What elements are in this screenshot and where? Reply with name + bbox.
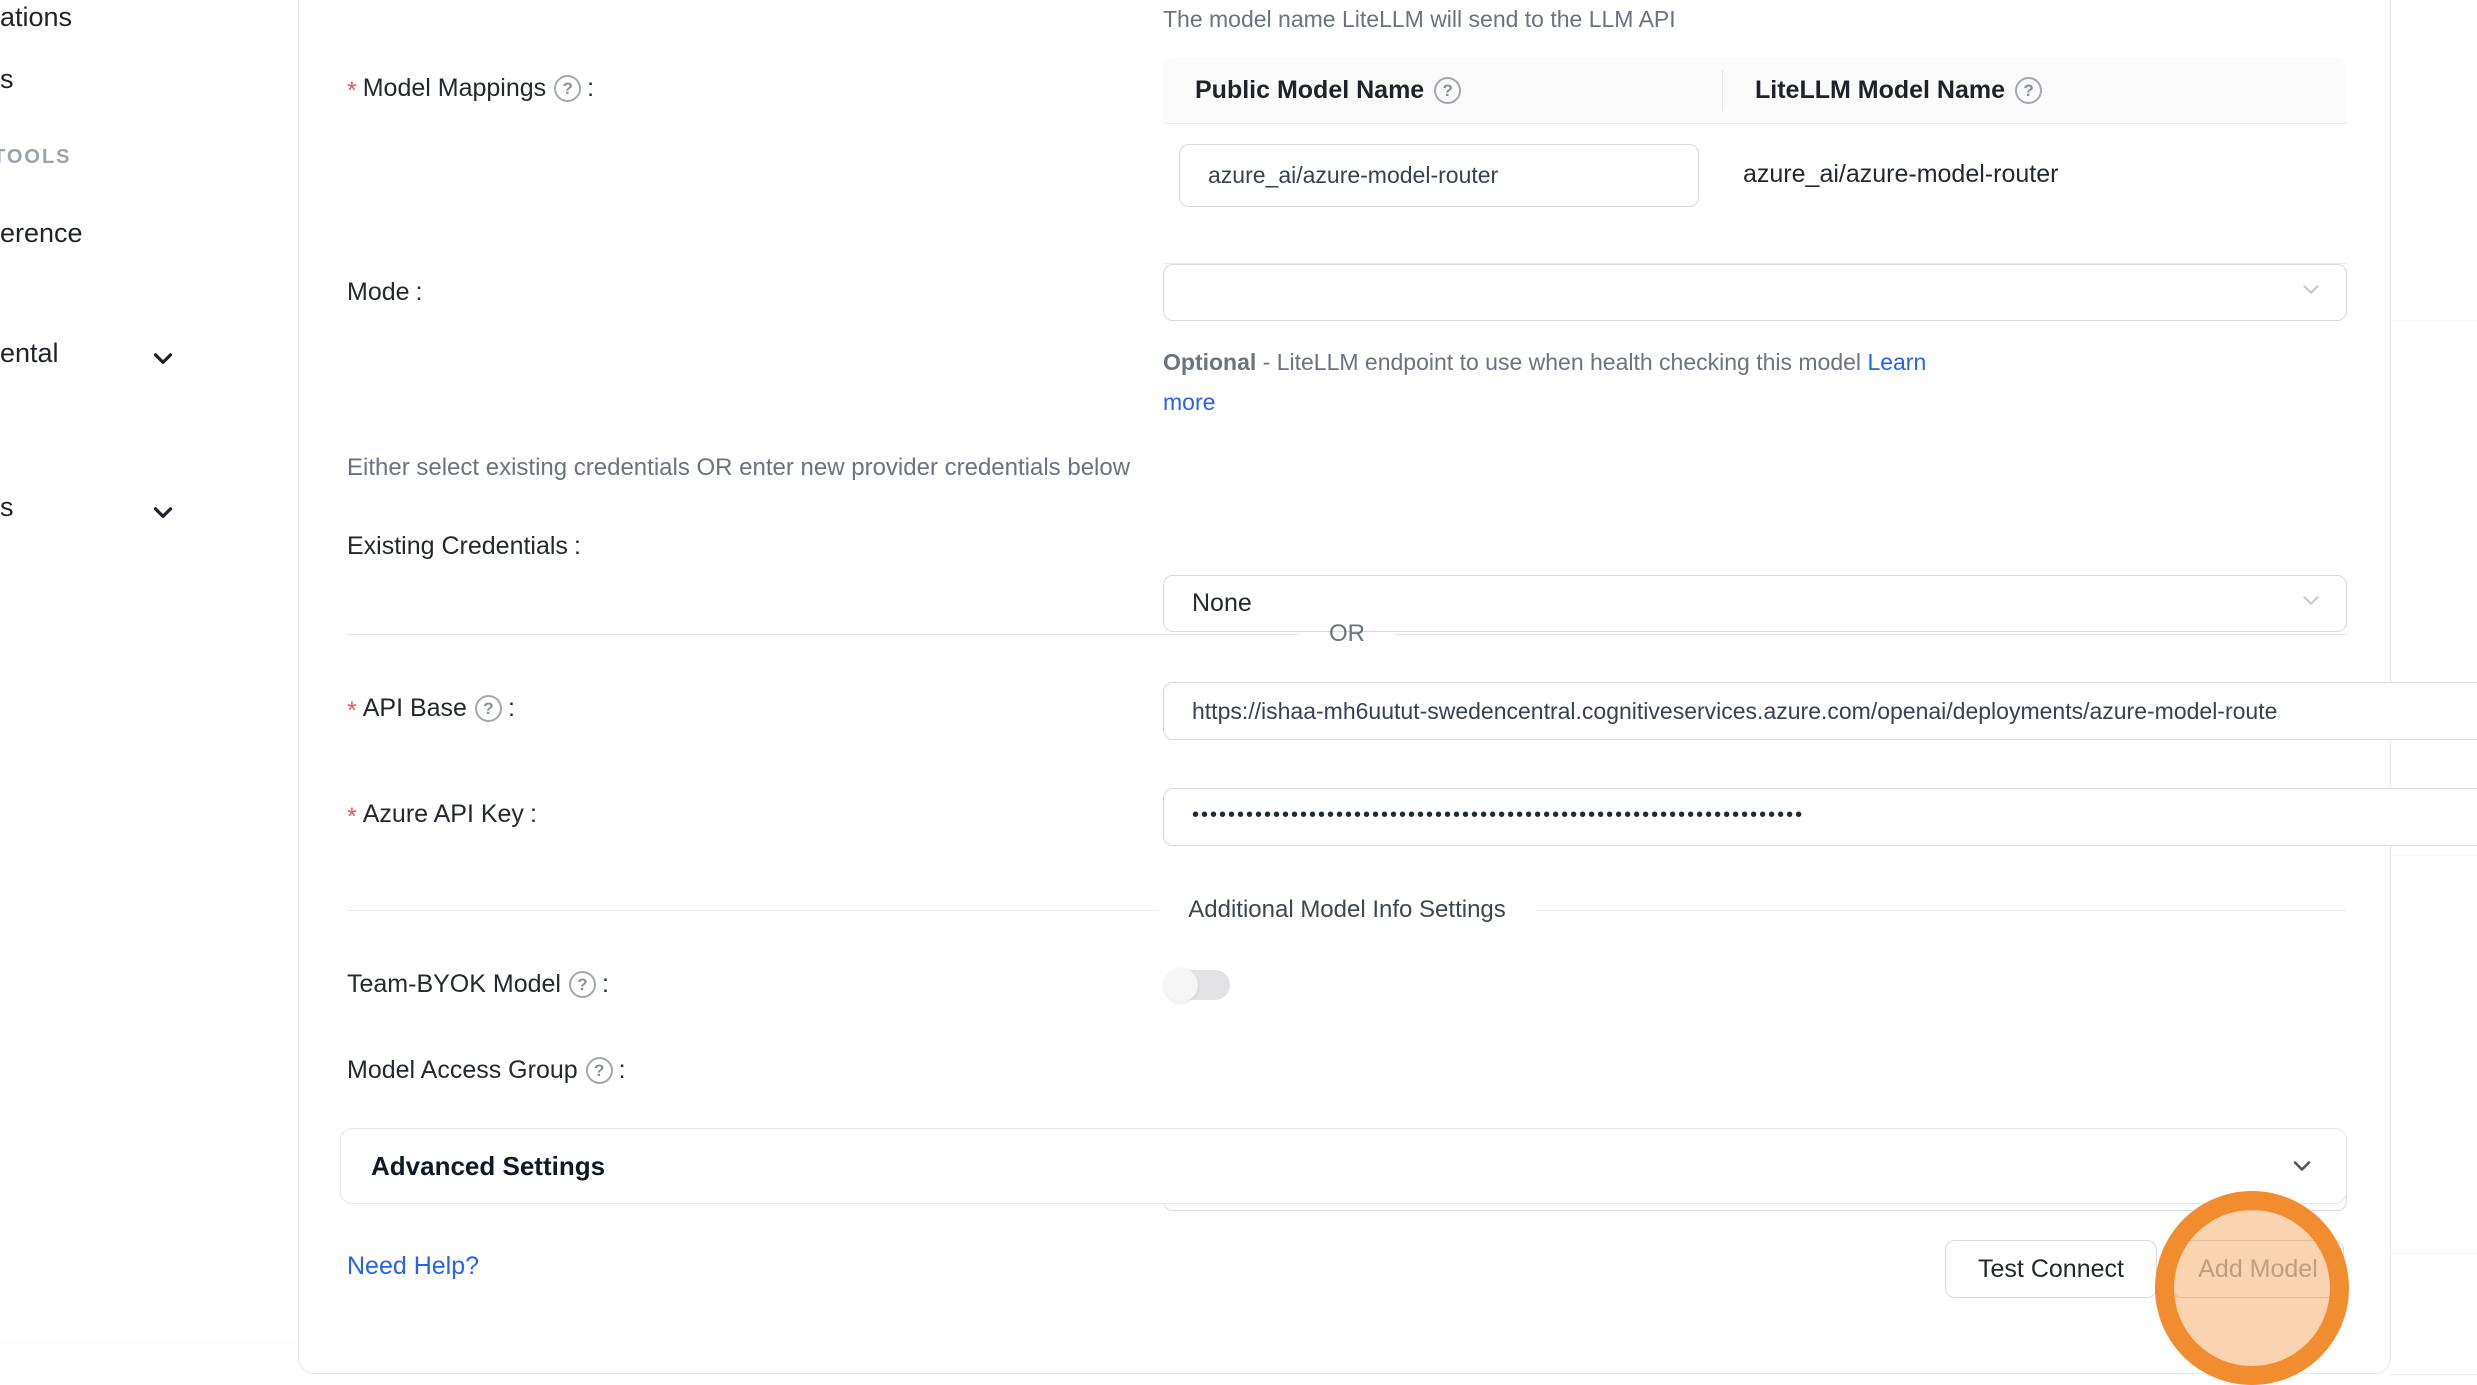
- background-row-line: [2391, 855, 2477, 856]
- help-icon[interactable]: ?: [554, 75, 581, 102]
- help-icon[interactable]: ?: [2015, 77, 2042, 104]
- help-icon[interactable]: ?: [1434, 77, 1461, 104]
- help-icon[interactable]: ?: [586, 1057, 613, 1084]
- or-divider-text: OR: [1299, 620, 1395, 648]
- existing-credentials-label-row: Existing Credentials :: [347, 532, 581, 561]
- chevron-down-icon[interactable]: [148, 343, 178, 378]
- mode-hint-text: - LiteLLM endpoint to use when health ch…: [1256, 349, 1867, 375]
- model-mappings-table-header: Public Model Name ? LiteLLM Model Name ?: [1163, 58, 2347, 124]
- label-colon: :: [530, 800, 537, 829]
- masked-api-key: ••••••••••••••••••••••••••••••••••••••••…: [1192, 804, 1804, 827]
- sidebar-item-inference[interactable]: erence: [0, 218, 83, 249]
- label-colon: :: [416, 278, 423, 307]
- litellm-model-name-value: azure_ai/azure-model-router: [1743, 160, 2058, 189]
- sidebar-item-settings[interactable]: s: [0, 492, 14, 523]
- required-mark: *: [347, 803, 357, 832]
- divider-line: [1395, 634, 2347, 635]
- background-row-line: [2391, 320, 2477, 321]
- litellm-model-name-header-label: LiteLLM Model Name: [1755, 76, 2005, 105]
- sidebar-divider: [0, 1342, 298, 1343]
- background-row-line: [2391, 1374, 2477, 1375]
- sidebar-item-organizations[interactable]: ations: [0, 2, 72, 33]
- background-row-line: [2391, 1253, 2477, 1254]
- additional-info-divider-text: Additional Model Info Settings: [1158, 896, 1536, 924]
- model-mappings-label-row: * Model Mappings ? :: [347, 74, 594, 103]
- label-colon: :: [587, 74, 594, 103]
- label-colon: :: [619, 1056, 626, 1085]
- add-model-button[interactable]: Add Model: [2172, 1240, 2344, 1298]
- chevron-down-icon: [2288, 1152, 2316, 1180]
- divider-line: [347, 910, 1158, 911]
- advanced-settings-panel[interactable]: Advanced Settings: [340, 1128, 2347, 1204]
- api-base-label-row: * API Base ? :: [347, 694, 515, 723]
- advanced-settings-title: Advanced Settings: [371, 1151, 605, 1182]
- test-connect-button[interactable]: Test Connect: [1945, 1240, 2157, 1298]
- label-colon: :: [574, 532, 581, 561]
- help-icon[interactable]: ?: [569, 971, 596, 998]
- sidebar-section-tools: TOOLS: [0, 146, 72, 169]
- team-byok-label: Team-BYOK Model: [347, 970, 561, 999]
- model-mappings-label: Model Mappings: [363, 74, 546, 103]
- litellm-model-name-header: LiteLLM Model Name ?: [1723, 58, 2042, 123]
- model-mappings-table: Public Model Name ? LiteLLM Model Name ?…: [1163, 58, 2347, 264]
- public-model-name-header: Public Model Name ?: [1163, 58, 1723, 123]
- model-access-group-label: Model Access Group: [347, 1056, 578, 1085]
- required-mark: *: [347, 77, 357, 106]
- mode-label: Mode: [347, 278, 410, 307]
- model-mappings-table-row: azure_ai/azure-model-router: [1163, 124, 2347, 264]
- chevron-down-icon: [2298, 276, 2324, 309]
- team-byok-label-row: Team-BYOK Model ? :: [347, 970, 609, 999]
- model-name-hint: The model name LiteLLM will send to the …: [1163, 6, 1676, 33]
- api-base-input[interactable]: [1163, 682, 2477, 740]
- need-help-link[interactable]: Need Help?: [347, 1252, 479, 1281]
- divider-line: [1536, 910, 2347, 911]
- mode-select[interactable]: [1163, 264, 2347, 321]
- or-divider: OR: [347, 620, 2347, 648]
- additional-info-divider: Additional Model Info Settings: [347, 896, 2347, 924]
- label-colon: :: [508, 694, 515, 723]
- credentials-note: Either select existing credentials OR en…: [347, 454, 1130, 482]
- divider-line: [347, 634, 1299, 635]
- mode-label-row: Mode :: [347, 278, 423, 307]
- chevron-down-icon[interactable]: [148, 497, 178, 532]
- public-model-name-header-label: Public Model Name: [1195, 76, 1424, 105]
- mode-hint-optional: Optional: [1163, 349, 1256, 375]
- add-model-form-page: ations s TOOLS erence ental s The model …: [0, 0, 2477, 1385]
- toggle-knob: [1164, 968, 1198, 1002]
- existing-credentials-label: Existing Credentials: [347, 532, 568, 561]
- label-colon: :: [602, 970, 609, 999]
- azure-api-key-label: Azure API Key: [363, 800, 524, 829]
- required-mark: *: [347, 697, 357, 726]
- azure-api-key-label-row: * Azure API Key :: [347, 800, 537, 829]
- azure-api-key-input[interactable]: ••••••••••••••••••••••••••••••••••••••••…: [1163, 788, 2477, 846]
- sidebar-item-models[interactable]: s: [0, 64, 14, 95]
- chevron-down-icon: [2298, 587, 2324, 620]
- mode-hint: Optional - LiteLLM endpoint to use when …: [1163, 342, 1973, 422]
- public-model-name-input[interactable]: [1179, 144, 1699, 207]
- help-icon[interactable]: ?: [475, 695, 502, 722]
- team-byok-toggle[interactable]: [1166, 970, 1230, 1000]
- existing-credentials-value: None: [1192, 589, 1252, 618]
- api-base-label: API Base: [363, 694, 467, 723]
- sidebar-item-experimental[interactable]: ental: [0, 338, 59, 369]
- model-access-group-label-row: Model Access Group ? :: [347, 1056, 626, 1085]
